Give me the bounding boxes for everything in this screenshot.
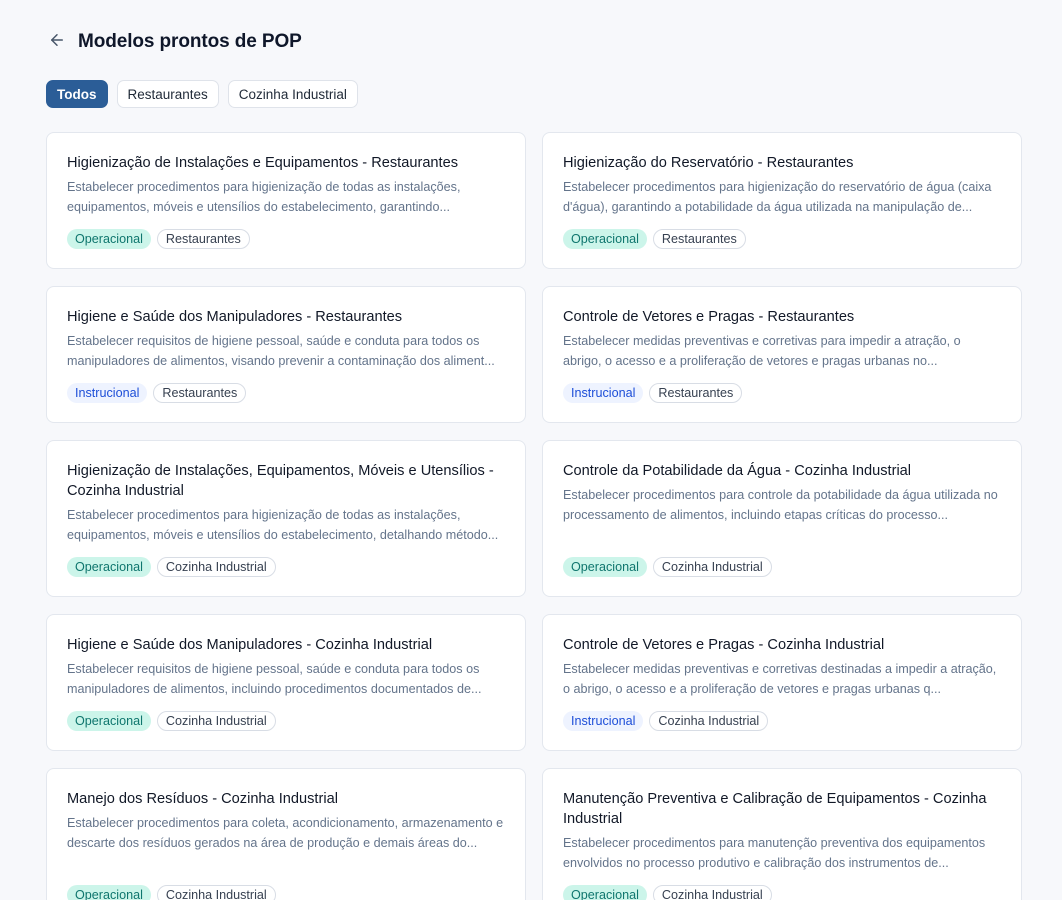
card-tags: Instrucional Cozinha Industrial — [563, 697, 1001, 750]
type-badge: Operacional — [67, 885, 151, 900]
template-card[interactable]: Higienização do Reservatório - Restauran… — [542, 132, 1022, 269]
template-grid: Higienização de Instalações e Equipament… — [46, 132, 1022, 900]
template-card[interactable]: Controle de Vetores e Pragas - Cozinha I… — [542, 614, 1022, 751]
category-badge: Cozinha Industrial — [652, 557, 772, 577]
type-badge: Operacional — [67, 711, 151, 731]
template-card[interactable]: Controle de Vetores e Pragas - Restauran… — [542, 286, 1022, 423]
category-badge: Cozinha Industrial — [156, 885, 276, 900]
card-tags: Operacional Restaurantes — [67, 215, 505, 268]
template-card[interactable]: Higiene e Saúde dos Manipuladores - Cozi… — [46, 614, 526, 751]
type-badge: Instrucional — [563, 711, 644, 731]
page: Modelos prontos de POP Todos Restaurante… — [0, 21, 1062, 900]
category-badge: Restaurantes — [153, 383, 247, 403]
template-card[interactable]: Controle da Potabilidade da Água - Cozin… — [542, 440, 1022, 597]
arrow-left-icon — [48, 31, 66, 54]
template-card[interactable]: Manutenção Preventiva e Calibração de Eq… — [542, 768, 1022, 900]
card-title: Higiene e Saúde dos Manipuladores - Cozi… — [67, 637, 433, 653]
card-tags: Operacional Cozinha Industrial — [67, 697, 505, 750]
card-description: Estabelecer procedimentos para higieniza… — [563, 180, 992, 214]
card-tags: Instrucional Restaurantes — [563, 369, 1001, 422]
card-description: Estabelecer procedimentos para higieniza… — [67, 508, 499, 542]
template-card[interactable]: Higienização de Instalações e Equipament… — [46, 132, 526, 269]
card-tags: Operacional Cozinha Industrial — [67, 871, 505, 900]
category-badge: Cozinha Industrial — [156, 557, 276, 577]
template-card[interactable]: Higienização de Instalações, Equipamento… — [46, 440, 526, 597]
type-badge: Operacional — [563, 229, 647, 249]
card-title: Controle de Vetores e Pragas - Restauran… — [563, 309, 855, 325]
page-header: Modelos prontos de POP — [46, 21, 1022, 63]
card-title: Manejo dos Resíduos - Cozinha Industrial — [67, 791, 338, 807]
card-tags: Operacional Cozinha Industrial — [563, 871, 1001, 900]
card-tags: Operacional Restaurantes — [563, 215, 1001, 268]
template-card[interactable]: Manejo dos Resíduos - Cozinha Industrial… — [46, 768, 526, 900]
card-description: Estabelecer procedimentos para higieniza… — [67, 180, 461, 214]
card-description: Estabelecer procedimentos para controle … — [563, 488, 998, 522]
filter-chip-restaurantes[interactable]: Restaurantes — [116, 80, 219, 108]
type-badge: Operacional — [67, 229, 151, 249]
card-description: Estabelecer procedimentos para coleta, a… — [67, 816, 504, 850]
filter-chip-cozinha-industrial[interactable]: Cozinha Industrial — [227, 80, 358, 108]
card-title: Higienização do Reservatório - Restauran… — [563, 155, 854, 171]
category-badge: Restaurantes — [652, 229, 746, 249]
type-badge: Operacional — [67, 557, 151, 577]
card-title: Higienização de Instalações, Equipamento… — [67, 463, 494, 499]
card-tags: Operacional Cozinha Industrial — [67, 543, 505, 596]
card-description: Estabelecer procedimentos para manutençã… — [563, 836, 986, 870]
filter-bar: Todos Restaurantes Cozinha Industrial — [46, 80, 1022, 108]
card-description: Estabelecer medidas preventivas e corret… — [563, 662, 997, 696]
category-badge: Cozinha Industrial — [652, 885, 772, 900]
card-description: Estabelecer medidas preventivas e corret… — [563, 334, 961, 368]
template-card[interactable]: Higiene e Saúde dos Manipuladores - Rest… — [46, 286, 526, 423]
type-badge: Instrucional — [563, 383, 644, 403]
back-button[interactable] — [46, 31, 68, 53]
card-title: Higiene e Saúde dos Manipuladores - Rest… — [67, 309, 403, 325]
category-badge: Restaurantes — [156, 229, 250, 249]
category-badge: Cozinha Industrial — [156, 711, 276, 731]
card-tags: Instrucional Restaurantes — [67, 369, 505, 422]
type-badge: Instrucional — [67, 383, 148, 403]
card-description: Estabelecer requisitos de higiene pessoa… — [67, 334, 495, 368]
card-title: Manutenção Preventiva e Calibração de Eq… — [563, 791, 987, 827]
card-title: Controle da Potabilidade da Água - Cozin… — [563, 463, 912, 479]
card-title: Higienização de Instalações e Equipament… — [67, 155, 459, 171]
page-title: Modelos prontos de POP — [78, 31, 302, 52]
category-badge: Restaurantes — [649, 383, 743, 403]
card-tags: Operacional Cozinha Industrial — [563, 543, 1001, 596]
type-badge: Operacional — [563, 557, 647, 577]
type-badge: Operacional — [563, 885, 647, 900]
card-title: Controle de Vetores e Pragas - Cozinha I… — [563, 637, 885, 653]
category-badge: Cozinha Industrial — [649, 711, 769, 731]
card-description: Estabelecer requisitos de higiene pessoa… — [67, 662, 482, 696]
filter-chip-todos[interactable]: Todos — [46, 80, 108, 108]
